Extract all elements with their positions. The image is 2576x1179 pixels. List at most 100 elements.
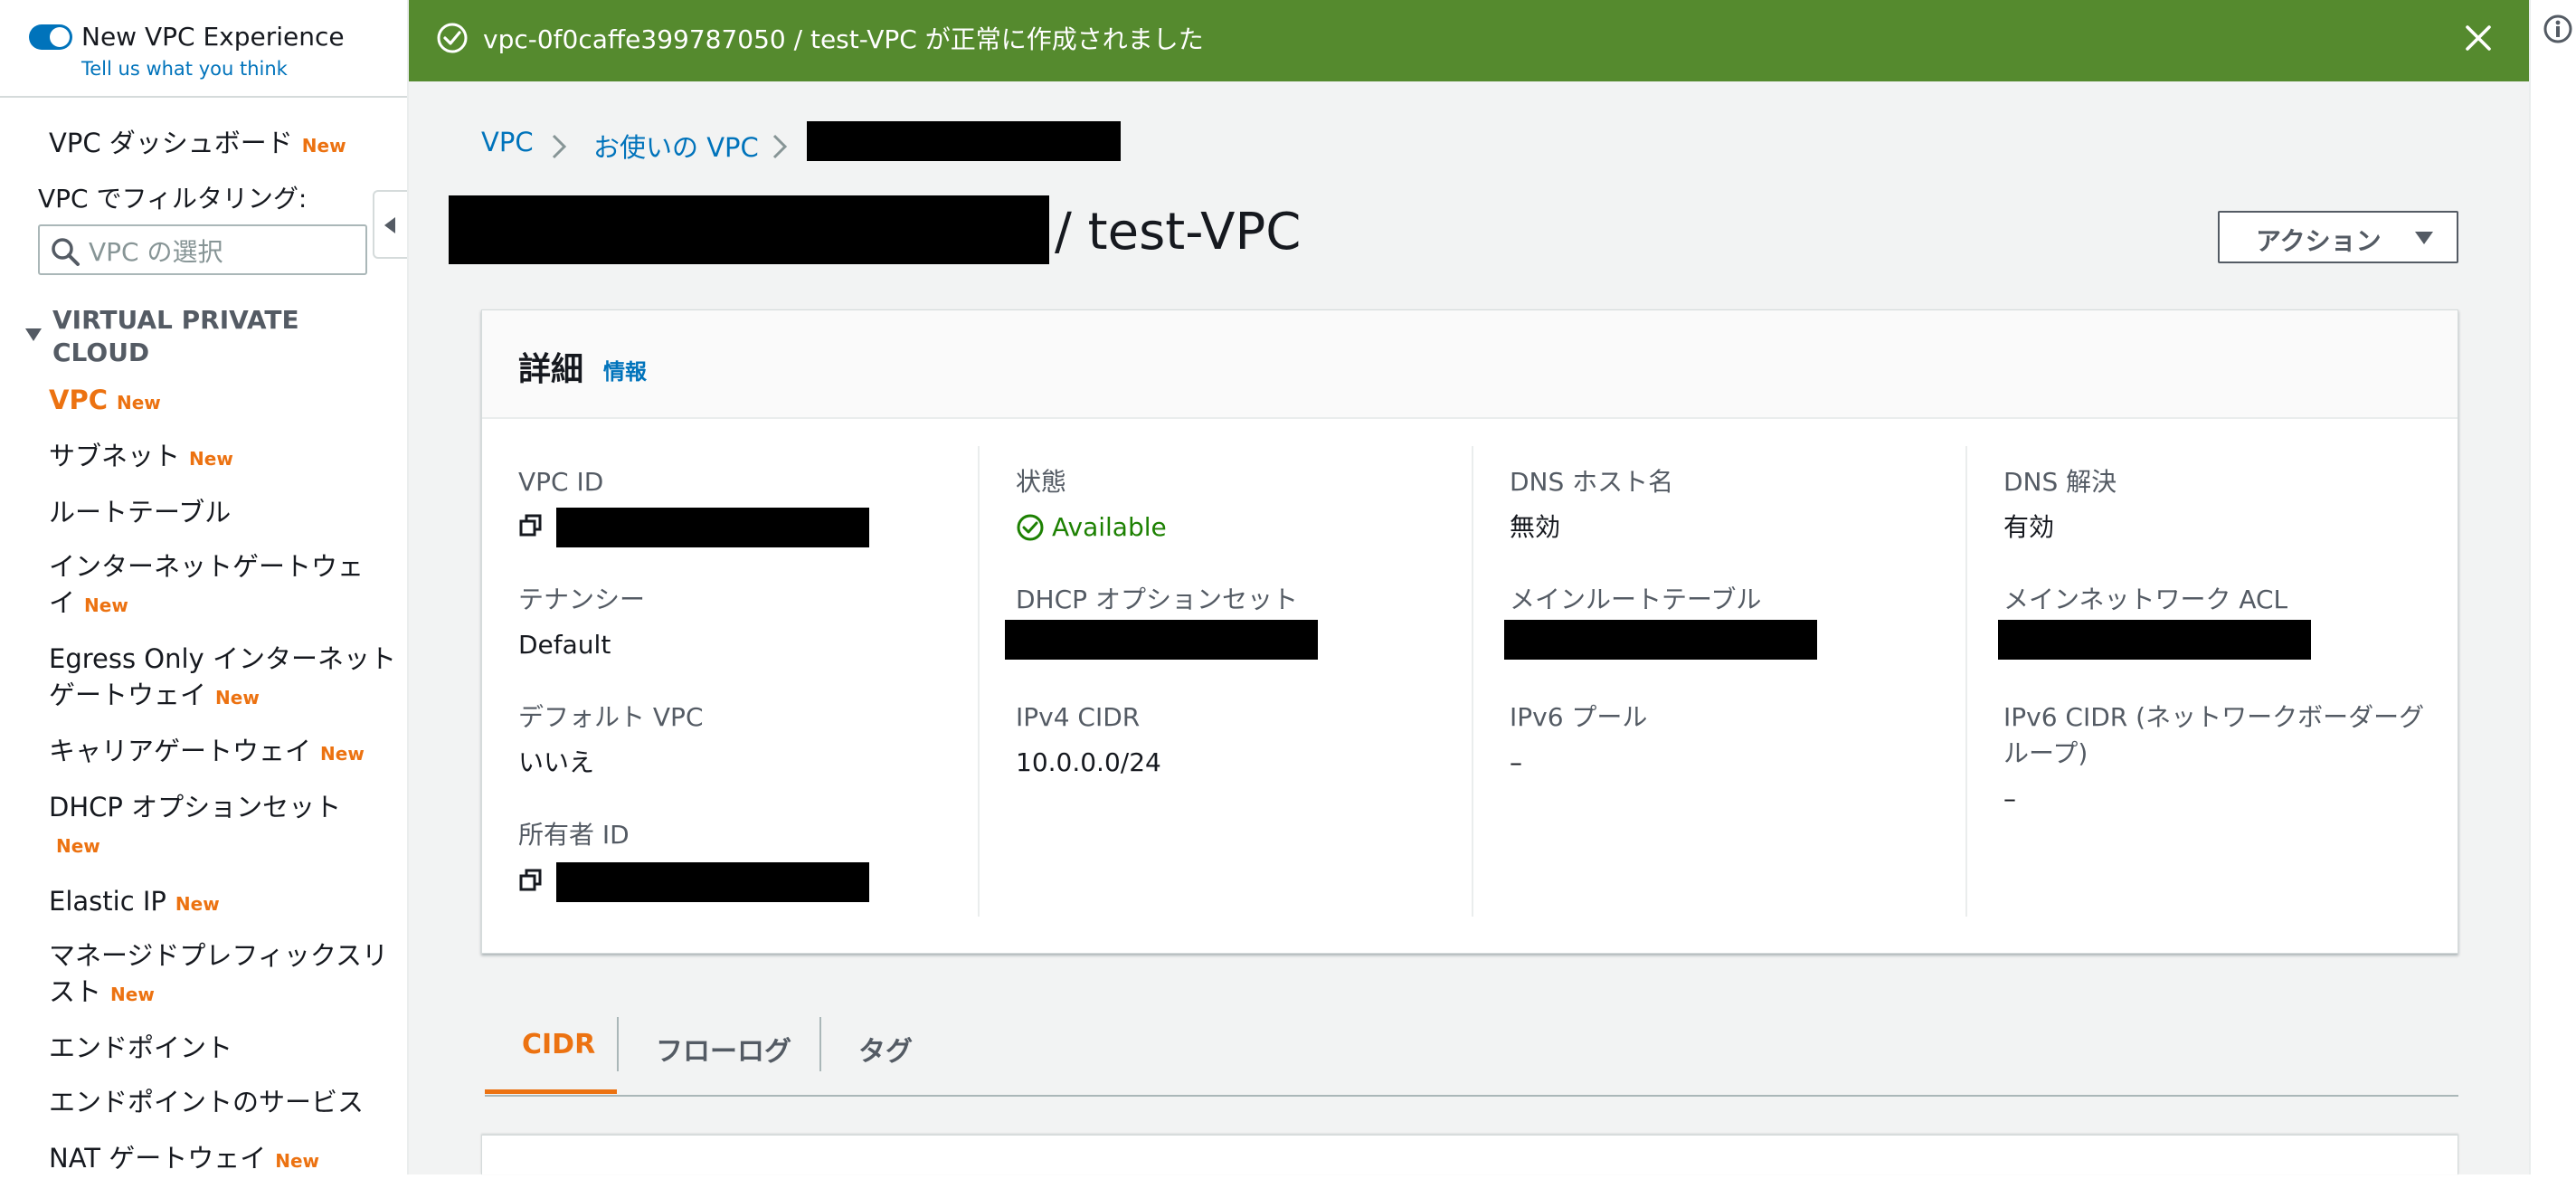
sidebar-item-elastic-ip[interactable]: Elastic IP New — [49, 883, 220, 922]
sidebar-item-managed-prefix-lists[interactable]: マネージドプレフィックスリ スト New — [49, 937, 388, 1013]
vpc-filter-select[interactable] — [38, 224, 367, 275]
default-vpc-value: いいえ — [518, 747, 595, 777]
sidebar-item-endpoint-services[interactable]: エンドポイントのサービス — [49, 1084, 364, 1120]
ipv6-pool-value: – — [1510, 747, 1522, 777]
available-check-icon — [1017, 514, 1044, 541]
new-badge: New — [301, 135, 346, 157]
column-divider — [1472, 446, 1473, 917]
ipv6-cidr-key-line: ループ) — [2003, 738, 2088, 768]
sidebar-item-label: イ — [49, 587, 76, 618]
sidebar-item-label: VPC — [49, 385, 108, 415]
section-title-virtual-private-cloud[interactable]: VIRTUAL PRIVATE CLOUD — [52, 304, 299, 369]
success-check-icon — [437, 23, 468, 53]
sidebar-item-vpc-dashboard[interactable]: VPC ダッシュボード New — [49, 125, 346, 164]
actions-button[interactable]: アクション — [2218, 211, 2458, 263]
breadcrumb: VPC — [481, 127, 534, 157]
copy-icon[interactable] — [518, 513, 544, 538]
dns-hostnames-key: DNS ホスト名 — [1510, 467, 1674, 497]
breadcrumb-vpc[interactable]: VPC — [481, 127, 534, 157]
new-badge: New — [84, 594, 128, 616]
divider — [0, 96, 407, 98]
ipv4-cidr-value: 10.0.0.0/24 — [1016, 747, 1161, 777]
feedback-link[interactable]: Tell us what you think — [81, 58, 288, 80]
owner-id-key: 所有者 ID — [518, 820, 630, 850]
collapse-sidebar-button[interactable] — [373, 190, 407, 259]
tabs-underline — [485, 1095, 2458, 1097]
sidebar-item-label: ルートテーブル — [49, 497, 232, 528]
side-navigation: New VPC Experience Tell us what you thin… — [0, 0, 407, 1174]
sidebar-item-internet-gateways[interactable]: インターネットゲートウェ イ New — [49, 548, 364, 623]
sidebar-item-label: マネージドプレフィックスリ — [49, 940, 388, 971]
new-badge: New — [110, 984, 155, 1005]
sidebar-item-label: インターネットゲートウェ — [49, 551, 365, 582]
page-title: / test-VPC — [1055, 203, 1302, 261]
search-icon — [52, 238, 80, 266]
sidebar-item-vpc[interactable]: VPC New — [49, 382, 161, 421]
new-badge: New — [56, 835, 100, 857]
breadcrumb-current-redacted — [807, 121, 1121, 161]
main-route-table-key: メインルートテーブル — [1510, 585, 1762, 614]
state-key: 状態 — [1016, 467, 1067, 497]
toggle-knob — [50, 27, 70, 47]
dns-resolution-key: DNS 解決 — [2003, 467, 2117, 497]
dhcp-options-key: DHCP オプションセット — [1016, 585, 1298, 614]
sidebar-item-endpoints[interactable]: エンドポイント — [49, 1030, 232, 1066]
vpc-filter-input[interactable] — [87, 233, 362, 270]
copy-icon[interactable] — [518, 868, 544, 893]
sidebar-item-label: エンドポイント — [49, 1032, 233, 1063]
new-badge: New — [175, 893, 220, 915]
new-vpc-experience-toggle[interactable] — [29, 24, 72, 50]
breadcrumb-your-vpcs[interactable]: お使いの VPC — [593, 127, 759, 165]
sidebar-item-label: ゲートウェイ — [49, 680, 207, 710]
success-flash-bar: vpc-0f0caffe399787050 / test-VPC が正常に作成さ… — [409, 0, 2529, 81]
tenancy-value: Default — [518, 630, 611, 660]
default-vpc-key: デフォルト VPC — [518, 702, 704, 732]
dns-resolution-value: 有効 — [2003, 512, 2055, 542]
sidebar-item-label: スト — [49, 976, 102, 1007]
column-divider — [1965, 446, 1967, 917]
sidebar-item-label: Egress Only インターネット — [49, 643, 396, 674]
tab-cidr[interactable]: CIDR — [522, 1029, 595, 1060]
filter-by-vpc-label: VPC でフィルタリング: — [38, 184, 308, 214]
main-network-acl-redacted — [1998, 620, 2311, 660]
tenancy-key: テナンシー — [518, 585, 646, 614]
tab-flow-logs[interactable]: フローログ — [656, 1029, 791, 1069]
sidebar-item-label: NAT ゲートウェイ — [49, 1143, 267, 1174]
section-title-line: VIRTUAL PRIVATE — [52, 305, 299, 335]
info-link[interactable]: 情報 — [603, 354, 647, 385]
column-divider — [978, 446, 980, 917]
new-vpc-experience-label: New VPC Experience — [81, 22, 345, 52]
details-header: 詳細 情報 — [482, 310, 2458, 419]
sidebar-item-dhcp-option-sets[interactable]: DHCP オプションセット New — [49, 789, 341, 864]
sidebar-item-subnets[interactable]: サブネット New — [49, 438, 233, 477]
ipv6-pool-key: IPv6 プール — [1510, 702, 1648, 732]
tab-divider — [617, 1017, 619, 1071]
sidebar-item-carrier-gateways[interactable]: キャリアゲートウェイ New — [49, 733, 365, 772]
sidebar-item-label: キャリアゲートウェイ — [49, 736, 312, 766]
new-badge: New — [320, 743, 365, 765]
actions-button-label: アクション — [2256, 226, 2382, 256]
info-icon[interactable] — [2542, 13, 2574, 45]
sidebar-item-route-tables[interactable]: ルートテーブル — [49, 494, 231, 530]
ipv4-cidr-key: IPv4 CIDR — [1016, 702, 1141, 732]
tab-tags[interactable]: タグ — [858, 1029, 913, 1069]
caret-down-icon[interactable] — [24, 326, 43, 344]
sidebar-item-label: DHCP オプションセット — [49, 792, 342, 822]
tools-panel-rail — [2529, 0, 2576, 1174]
details-panel: 詳細 情報 VPC ID テナンシー Default デフォルト VPC いいえ… — [481, 309, 2458, 954]
new-badge: New — [189, 448, 233, 470]
details-title: 詳細 — [518, 351, 584, 388]
dhcp-options-redacted — [1005, 620, 1318, 660]
section-title-line: CLOUD — [52, 338, 150, 367]
ipv6-cidr-key: IPv6 CIDR (ネットワークボーダーグ ループ) — [2003, 699, 2424, 772]
state-value: Available — [1052, 512, 1167, 542]
chevron-right-icon — [552, 134, 567, 159]
sidebar-item-egress-only-gateways[interactable]: Egress Only インターネット ゲートウェイ New — [49, 641, 396, 716]
sidebar-item-label: VPC ダッシュボード — [49, 128, 293, 158]
close-icon[interactable] — [2462, 22, 2495, 54]
dns-hostnames-value: 無効 — [1510, 512, 1561, 542]
caret-left-icon — [384, 217, 395, 233]
sidebar-item-nat-gateways[interactable]: NAT ゲートウェイ New — [49, 1140, 319, 1179]
sidebar-item-label: エンドポイントのサービス — [49, 1087, 365, 1117]
vpc-id-key: VPC ID — [518, 467, 604, 497]
